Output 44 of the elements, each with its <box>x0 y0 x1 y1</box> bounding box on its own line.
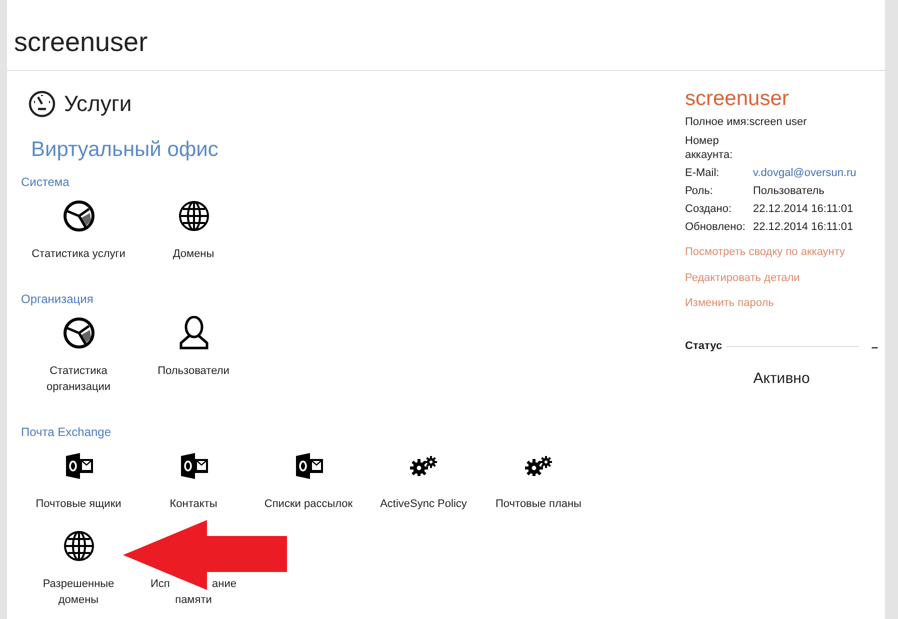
field-value: Пользователь <box>753 184 824 198</box>
service-tile[interactable]: Разрешенные домены <box>21 524 136 619</box>
service-tile[interactable]: Контакты <box>136 444 251 524</box>
gears-icon <box>410 456 438 476</box>
service-tile[interactable]: Статистика организации <box>21 311 136 407</box>
tile-label: памяти <box>175 593 212 608</box>
envelope-app-icon <box>294 452 324 480</box>
group-title: Почта Exchange <box>21 424 112 440</box>
field-label: Обновлено: <box>685 220 746 234</box>
status-value: Активно <box>753 368 810 388</box>
field-value: 22.12.2014 16:11:01 <box>753 202 854 216</box>
envelope-app-icon <box>178 452 208 480</box>
service-tile[interactable]: Почтовые планы <box>481 444 596 524</box>
gauge-icon <box>28 90 56 118</box>
user-icon <box>178 316 210 350</box>
gears-icon <box>524 456 552 476</box>
field-label: E-Mail: <box>685 166 720 180</box>
pie-chart-icon <box>62 199 96 233</box>
service-tile[interactable]: Статистика услуги <box>21 194 136 274</box>
service-tile[interactable]: Списки рассылок <box>251 444 366 524</box>
field-text: Полное имя:screen user <box>685 115 807 130</box>
pie-chart-icon <box>62 316 96 350</box>
field-label: Роль: <box>685 184 714 198</box>
service-tile[interactable]: Домены <box>136 194 251 274</box>
service-tile[interactable]: Почтовые ящики <box>21 444 136 524</box>
section-subtitle: Виртуальный офис <box>31 137 218 163</box>
group-title: Организация <box>21 291 94 307</box>
email-link[interactable]: v.dovgal@oversun.ru <box>753 166 856 180</box>
section-title: Услуги <box>64 90 132 118</box>
account-name: screenuser <box>685 87 789 111</box>
page-title: screenuser <box>14 26 149 59</box>
field-label: Создано: <box>685 202 733 216</box>
field-value: 22.12.2014 16:11:01 <box>753 220 854 234</box>
field-label: Номер аккаунта: <box>685 134 734 162</box>
collapse-button[interactable]: – <box>871 338 878 356</box>
service-tile[interactable]: ActiveSync Policy <box>366 444 481 524</box>
tile-label: Исп <box>150 577 170 592</box>
globe-icon <box>62 530 94 562</box>
group-title: Система <box>21 174 70 190</box>
service-tile[interactable]: Пользователи <box>136 311 251 407</box>
globe-icon <box>178 200 210 232</box>
envelope-app-icon <box>64 452 94 480</box>
status-title: Статус <box>685 339 722 354</box>
tile-label: ание <box>212 577 236 592</box>
